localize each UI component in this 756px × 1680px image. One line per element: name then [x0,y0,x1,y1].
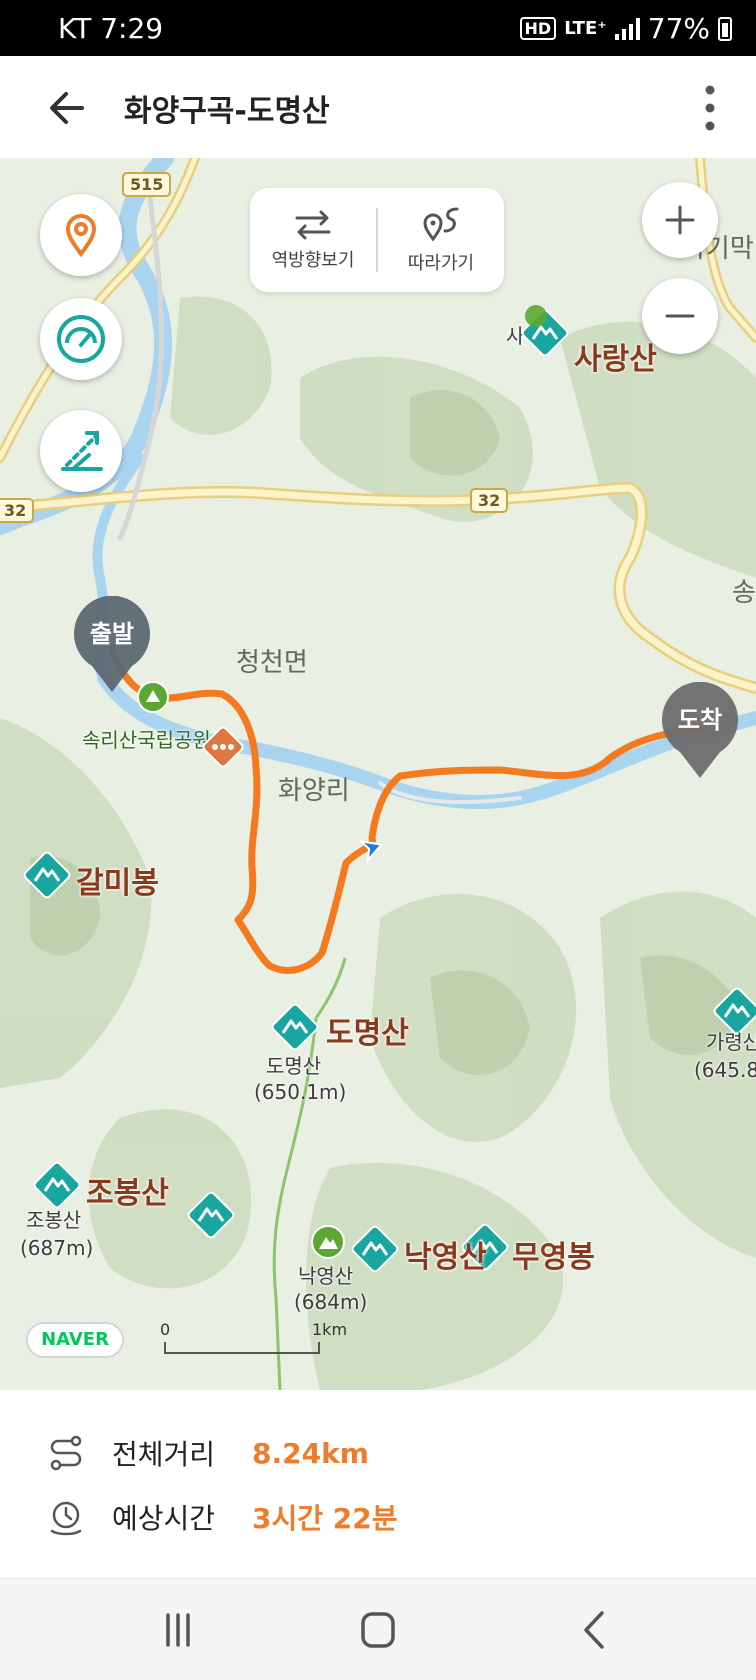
road-number-badge: 32 [0,498,35,523]
peak-label-sarangsan: 사랑산 [574,342,657,377]
reverse-route-button[interactable]: 역방향보기 [250,188,376,292]
start-marker-label: 출발 [89,620,135,648]
arrow-left-icon [50,92,84,124]
carrier-time: KT 7:29 [58,12,164,45]
follow-route-icon [423,207,459,242]
mountain-icon [351,1225,399,1273]
status-bar: KT 7:29 HD LTE⁺ 77% [0,0,756,56]
zoom-out-button[interactable] [642,278,718,354]
speed-button[interactable] [40,298,122,380]
chevron-left-icon [584,1611,604,1649]
time-row: 예상시간 3시간 22분 [46,1492,397,1542]
back-button[interactable] [42,84,98,132]
waypoint-icon[interactable] [196,720,250,774]
elevation-button[interactable] [40,410,122,492]
mountain-badge-icon [525,305,547,327]
peak-height-garyeongsan: (645.8 [694,1058,756,1082]
more-vertical-icon [705,85,715,131]
minus-icon [665,314,695,318]
scale-unit-label: 1km [312,1320,348,1339]
follow-route-button[interactable]: 따라가기 [378,188,504,292]
peak-label-nagyeongsan: 낙영산 [404,1240,487,1275]
peak-height-nagyeongsan: (684m) [294,1290,368,1314]
battery-icon [718,16,732,41]
end-marker-label: 도착 [677,706,723,734]
place-label-park: 속리산국립공원 [82,728,211,752]
road-number-badge: 32 [470,488,509,513]
status-icons: HD LTE⁺ 77% [519,12,732,45]
location-pin-icon [65,214,97,257]
end-marker[interactable]: 도착 [658,681,742,782]
more-options-button[interactable] [700,82,720,134]
peak-label-muyeongbong: 무영봉 [512,1240,595,1275]
mountain-icon [187,1191,235,1239]
speedometer-icon [57,315,105,363]
distance-row: 전체거리 8.24km [46,1428,369,1478]
recent-apps-button[interactable] [148,1607,208,1653]
time-value: 3시간 22분 [252,1502,398,1535]
peak-name-garyeongsan: 가령산 [706,1030,756,1054]
distance-label: 전체거리 [112,1438,216,1471]
mountain-icon [23,851,71,899]
system-nav-bar [0,1578,756,1680]
peak-height-domyeongsan: (650.1m) [254,1080,347,1104]
scale-bar: 0 1km [160,1320,347,1360]
home-icon [361,1612,395,1648]
distance-value: 8.24km [252,1436,369,1470]
peak-name-jobongsan: 조봉산 [26,1208,82,1232]
peak-name-nagyeongsan: 낙영산 [298,1264,354,1288]
zoom-in-button[interactable] [642,182,718,258]
home-button[interactable] [348,1607,408,1653]
page-title: 화양구곡-도명산 [124,94,330,129]
peak-height-jobongsan: (687m) [20,1236,94,1260]
plus-icon [665,205,695,235]
naver-logo: NAVER [26,1322,124,1358]
road-number-badge: 515 [122,172,172,197]
place-label-cheongcheon: 청천면 [236,648,308,678]
slope-icon [61,431,103,471]
app-header: 화양구곡-도명산 [0,56,756,158]
recent-apps-icon [166,1613,190,1647]
battery-percent: 77% [647,12,710,45]
peak-label-jobongsan: 조봉산 [86,1176,169,1211]
route-toggle: 역방향보기 따라가기 [250,188,504,292]
hd-indicator: HD [519,17,557,40]
clock-icon [50,1501,82,1536]
reverse-route-label: 역방향보기 [271,250,355,271]
time-label: 예상시간 [112,1502,216,1535]
network-indicator: LTE⁺ [564,18,607,39]
back-nav-button[interactable] [564,1607,624,1653]
mountain-icon [33,1161,81,1209]
follow-route-label: 따라가기 [407,253,475,274]
peak-name-domyeongsan: 도명산 [266,1054,322,1078]
place-label-song: 송 [732,578,756,608]
route-distance-icon [50,1435,82,1471]
scale-zero-label: 0 [160,1320,171,1339]
mountain-green-icon [311,1225,345,1259]
route-info-panel: 전체거리 8.24km 예상시간 3시간 22분 [0,1390,756,1578]
start-marker[interactable]: 출발 [70,595,154,696]
scale-line [164,1342,320,1354]
signal-icon [614,17,640,40]
mountain-icon [271,1003,319,1051]
swap-icon [295,210,331,240]
peak-label-galmibong: 갈미봉 [76,866,159,901]
map-view[interactable]: 515 32 32 청천면 화양리 속리산국립공원 사기막 송 사 사랑산 갈미… [0,158,756,1390]
peak-label-domyeongsan: 도명산 [326,1016,409,1051]
place-label-hwayang: 화양리 [278,776,350,806]
location-button[interactable] [40,194,122,276]
